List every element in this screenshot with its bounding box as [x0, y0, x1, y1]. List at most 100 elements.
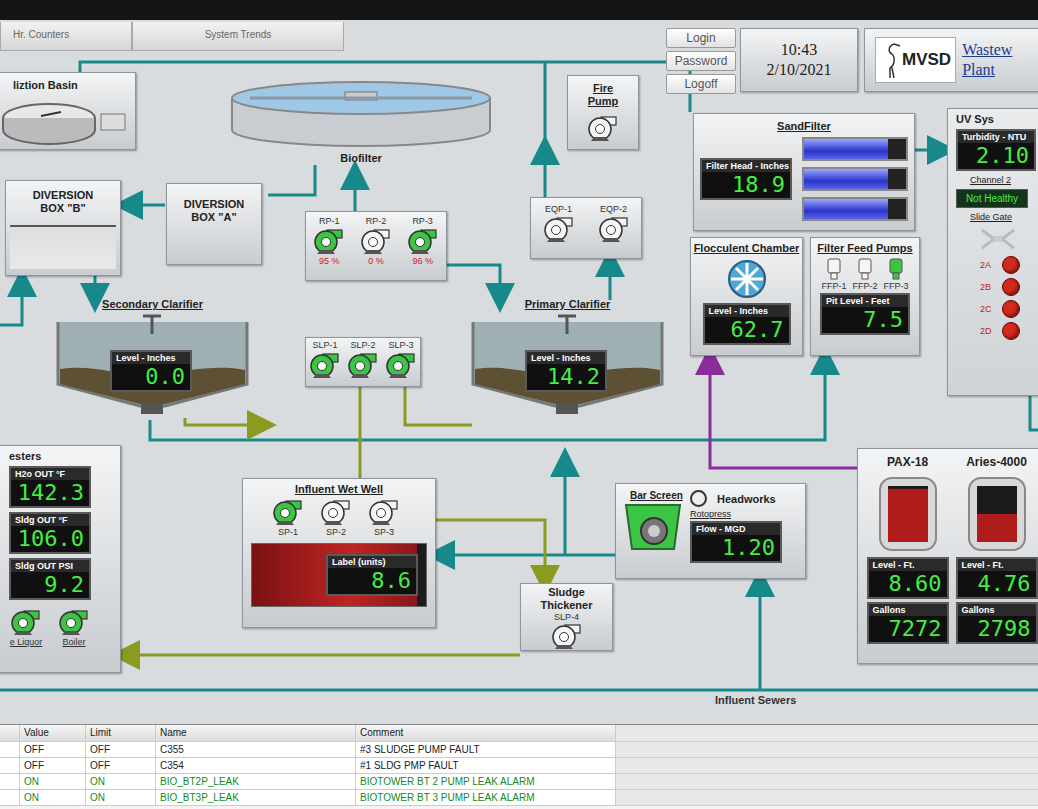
digesters: estersH2o OUT °F142.3Sldg OUT °F106.0Sld…: [0, 445, 121, 673]
equalization-pump[interactable]: EQP-1: [542, 204, 576, 258]
pump-label: FFP-2: [852, 281, 877, 291]
biofilter-tank-icon: [230, 80, 492, 152]
pump-icon[interactable]: [597, 215, 631, 243]
influent-pump[interactable]: SP-2: [319, 498, 353, 537]
bar-screen[interactable]: Bar Screen: [622, 490, 684, 572]
wet-well-title: Influent Wet Well: [251, 483, 427, 496]
filter-cell-fill: [804, 199, 888, 219]
digester-pump[interactable]: e Liquor: [9, 608, 43, 647]
session-button[interactable]: Logoff: [666, 74, 736, 94]
header-cell[interactable]: Comment: [356, 725, 616, 741]
pipe: [759, 582, 762, 690]
pump-label: SP-1: [278, 527, 298, 537]
comment-cell: BIOTOWER BT 3 PUMP LEAK ALARM: [356, 790, 616, 805]
pump-icon[interactable]: [367, 498, 401, 526]
filter-feed-pump[interactable]: FFP-3: [884, 257, 909, 291]
pump-icon[interactable]: [346, 351, 380, 379]
biofilter: Biofilter: [230, 80, 492, 175]
pump-icon[interactable]: [586, 114, 620, 142]
recirculation-pump[interactable]: RP-396 %: [406, 216, 440, 280]
pump-icon[interactable]: [57, 608, 91, 636]
session-button[interactable]: Password: [666, 51, 736, 71]
readout-label: Turbidity - NTU: [958, 131, 1034, 143]
table-cell: [616, 742, 1038, 757]
header-cell[interactable]: Name: [156, 725, 356, 741]
pump-icon[interactable]: [542, 215, 576, 243]
readout-value: 4.76: [958, 571, 1036, 597]
pump-icon[interactable]: [359, 227, 393, 255]
table-row[interactable]: ONONBIO_BT3P_LEAKBIOTOWER BT 3 PUMP LEAK…: [0, 790, 1038, 806]
table-cell: [0, 758, 20, 773]
health-status: Not Healthy: [956, 189, 1028, 208]
pump-speed: 96 %: [412, 256, 433, 266]
pump-label: SLP-2: [350, 340, 375, 350]
table-row[interactable]: OFFOFFC355#3 SLUDGE PUMP FAULT: [0, 742, 1038, 758]
pump-icon[interactable]: [550, 622, 584, 650]
readout-label: Label (units): [328, 556, 416, 568]
sludge-pump[interactable]: SLP-3: [384, 340, 418, 386]
sludge-pump[interactable]: SLP-2: [346, 340, 380, 386]
sludge-pump[interactable]: SLP-1: [308, 340, 342, 386]
readout-value: 14.2: [527, 364, 605, 390]
vertical-pump-icon: [887, 257, 905, 281]
digesters-title: esters: [9, 450, 114, 462]
filter-cell-gauge: [802, 197, 908, 221]
pump-icon[interactable]: [308, 351, 342, 379]
filter-feed-pump[interactable]: FFP-2: [852, 257, 877, 291]
header-cell[interactable]: Limit: [86, 725, 156, 741]
channel-label[interactable]: Channel 2: [970, 175, 1011, 185]
digester-readout: H2o OUT °F142.3: [9, 466, 91, 508]
pump-icon[interactable]: [9, 608, 43, 636]
pump-icon[interactable]: [384, 351, 418, 379]
gate-label: 2C: [980, 304, 994, 314]
digester-readout: Sldg OUT °F106.0: [9, 512, 91, 554]
recirculation-pump[interactable]: RP-20 %: [359, 216, 393, 280]
sludge-thickener: SludgeThickenerSLP-4: [520, 583, 613, 651]
table-cell: [616, 774, 1038, 789]
readout-label: Filter Head - Inches: [702, 160, 790, 172]
plant-title-line[interactable]: Plant: [962, 60, 1012, 80]
gate-indicator[interactable]: 2A: [980, 256, 1020, 274]
turbidity-readout: Turbidity - NTU2.10: [956, 129, 1036, 171]
gate-indicator[interactable]: 2D: [980, 322, 1020, 340]
table-row[interactable]: OFFOFFC354#1 SLDG PMP FAULT: [0, 758, 1038, 774]
readout-value: 106.0: [11, 526, 89, 552]
influent-pump[interactable]: SP-3: [367, 498, 401, 537]
readout-value: 62.7: [705, 317, 789, 343]
readout-label: Level - Inches: [527, 352, 605, 364]
limit-cell: OFF: [86, 742, 156, 757]
pump-icon[interactable]: [312, 227, 346, 255]
table-row[interactable]: ONONBIO_BT2P_LEAKBIOTOWER BT 2 PUMP LEAK…: [0, 774, 1038, 790]
readout-label: Gallons: [869, 604, 947, 616]
pipe: [915, 149, 942, 152]
pipe: [445, 265, 500, 298]
clarifier-title: Primary Clarifier: [470, 298, 665, 314]
pipe: [128, 204, 165, 207]
plant-title-line[interactable]: Wastew: [962, 40, 1012, 60]
gate-indicator[interactable]: 2C: [980, 300, 1020, 318]
tab[interactable]: System Trends: [132, 22, 344, 51]
secondary-clarifier: Secondary ClarifierLevel - Inches0.0: [55, 298, 250, 420]
header-cell[interactable]: Value: [20, 725, 86, 741]
rotopress-indicator[interactable]: [690, 490, 707, 507]
readout-label: Sldg OUT °F: [11, 514, 89, 526]
equalization-pump[interactable]: EQP-2: [597, 204, 631, 258]
recirculation-pump[interactable]: RP-195 %: [312, 216, 346, 280]
pump-label: FFP-3: [884, 281, 909, 291]
pump-icon[interactable]: [319, 498, 353, 526]
tank-gallons-readout: Gallons2798: [956, 602, 1038, 644]
bar-screen-icon: [622, 501, 684, 553]
plant-title[interactable]: WastewPlant: [962, 40, 1012, 80]
pump-icon[interactable]: [406, 227, 440, 255]
pump-label: Boiler: [62, 637, 85, 647]
filter-feed-pump[interactable]: FFP-1: [821, 257, 846, 291]
influent-pump[interactable]: SP-1: [271, 498, 305, 537]
name-cell: C355: [156, 742, 356, 757]
pipe: [354, 175, 357, 213]
tab[interactable]: Hr. Counters: [0, 22, 132, 51]
gate-indicator[interactable]: 2B: [980, 278, 1020, 296]
session-button[interactable]: Login: [666, 28, 736, 48]
clock-date: 2/10/2021: [767, 60, 832, 80]
pump-icon[interactable]: [271, 498, 305, 526]
digester-pump[interactable]: Boiler: [57, 608, 91, 647]
